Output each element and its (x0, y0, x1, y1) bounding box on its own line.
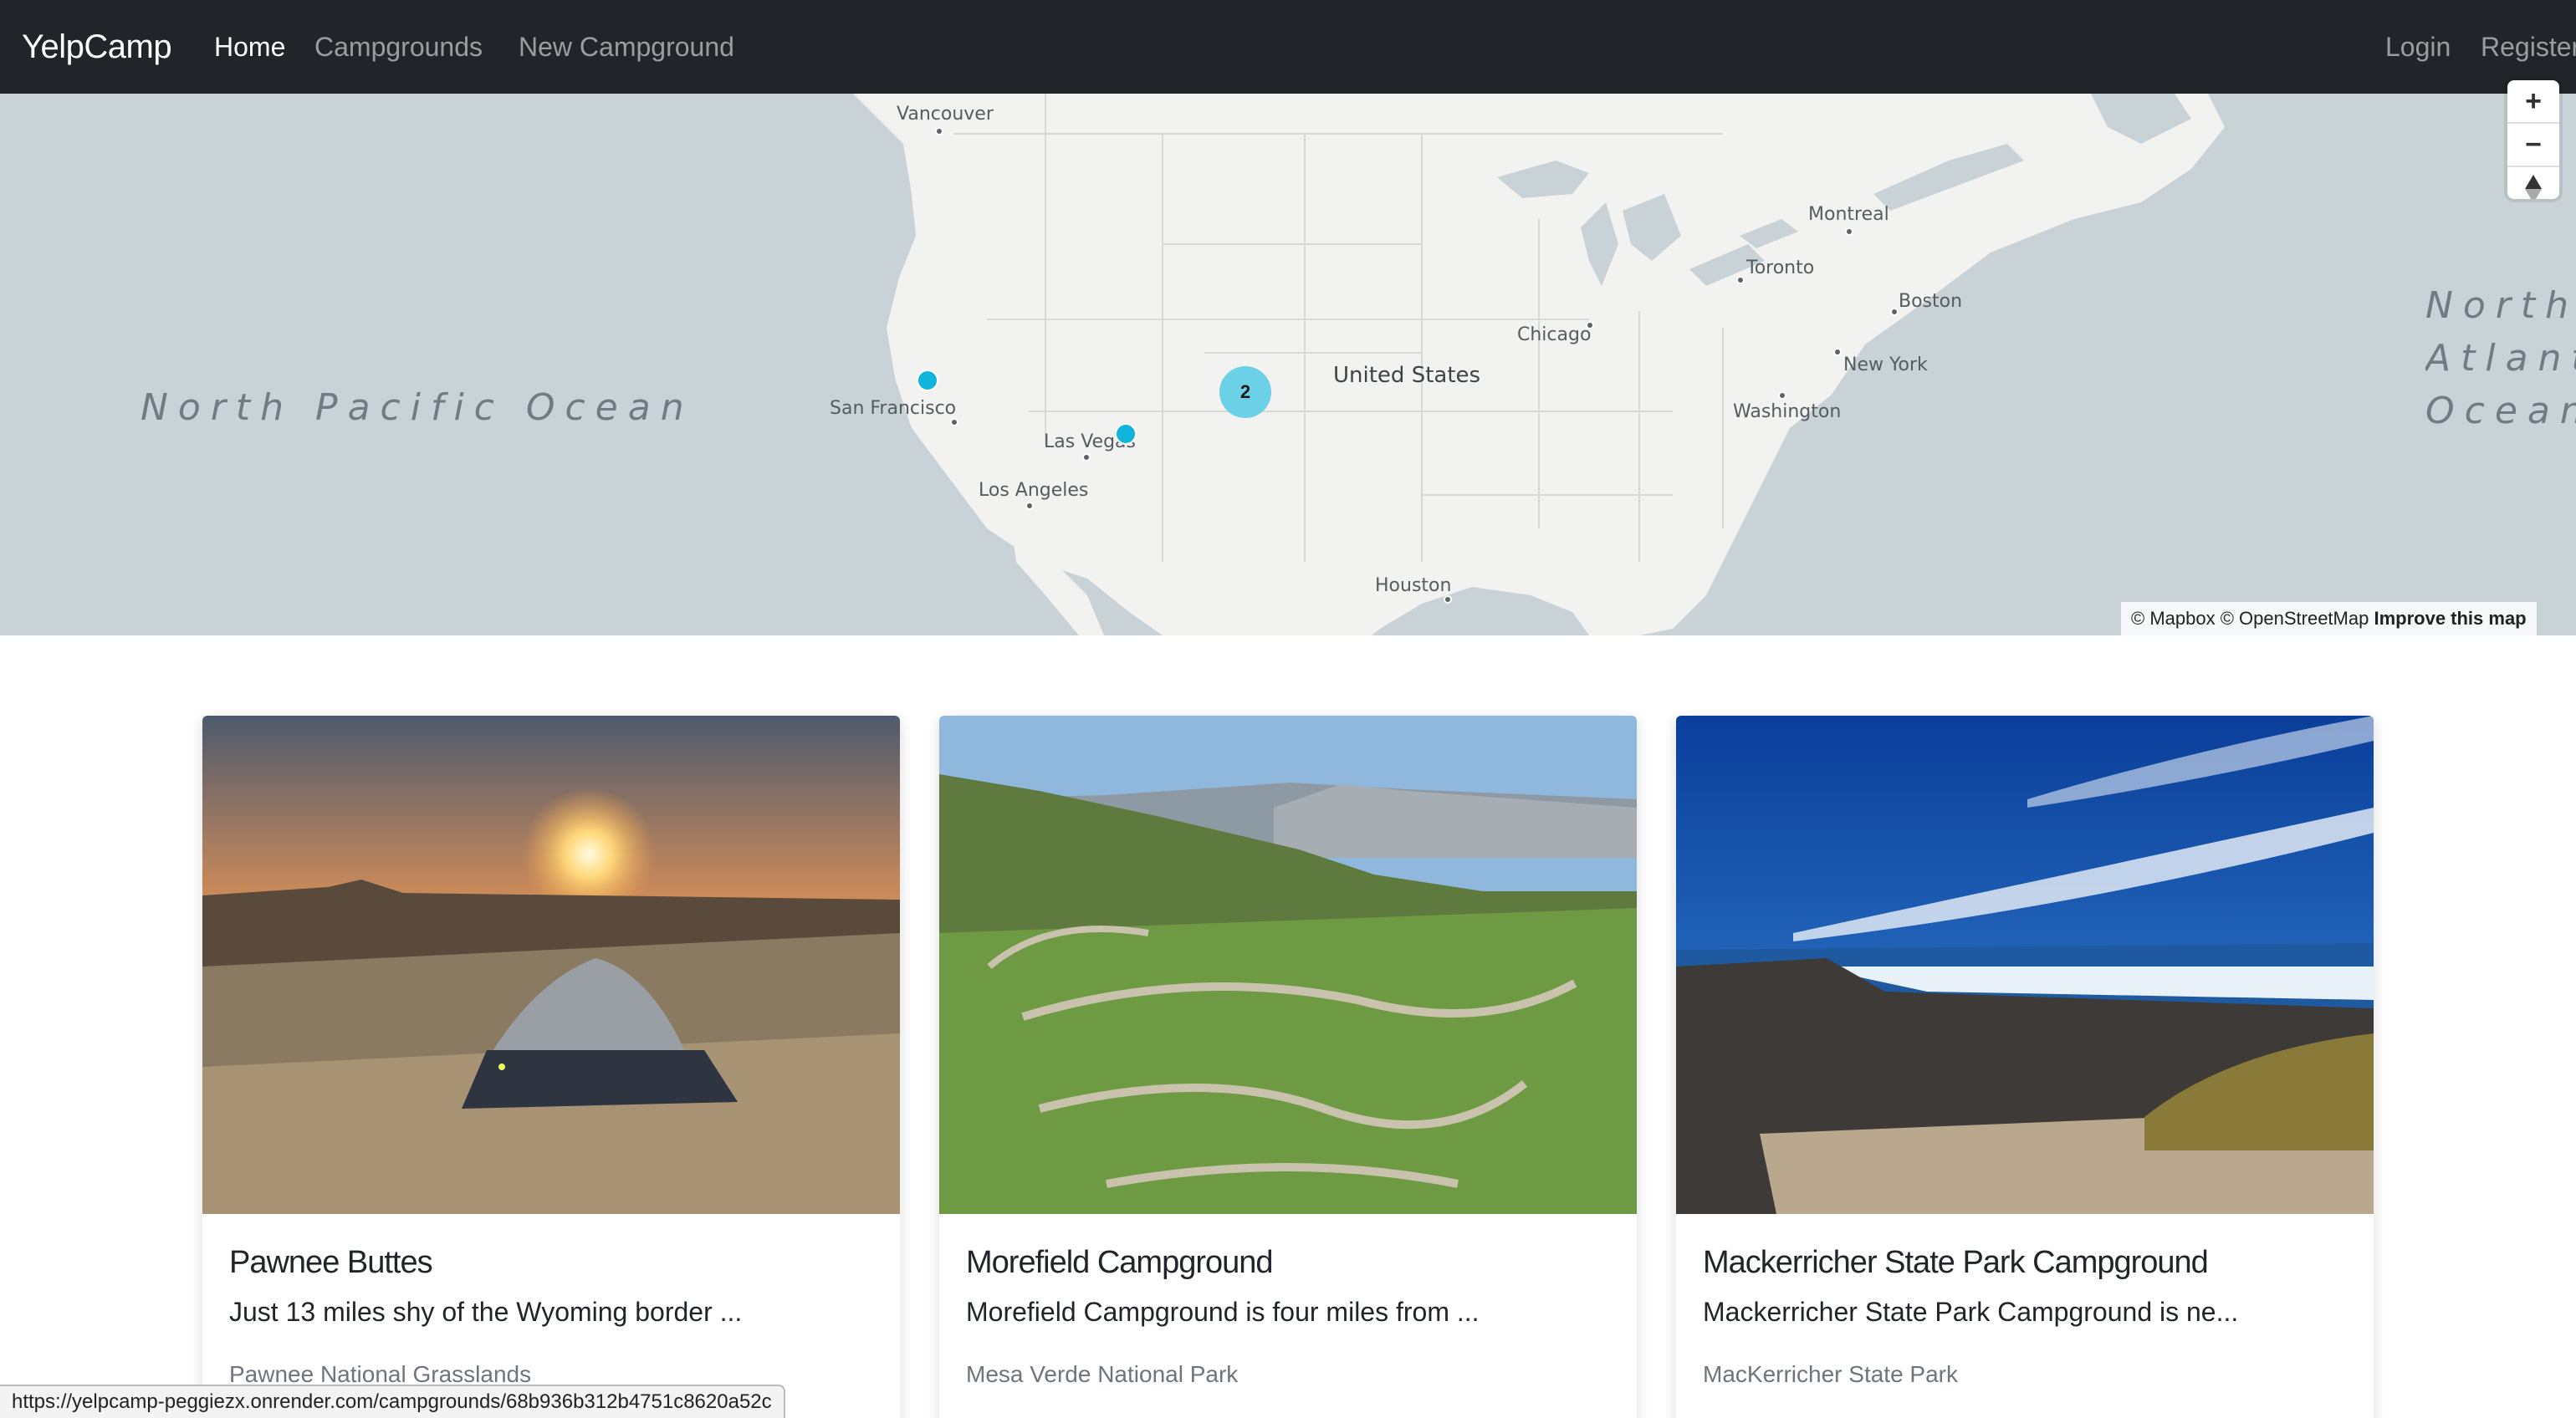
map-navigation-control: + − (2507, 80, 2559, 199)
map-attribution: © Mapbox © OpenStreetMap Improve this ma… (2121, 602, 2537, 635)
card-description: Morefield Campground is four miles from … (966, 1297, 1480, 1327)
city-dot (950, 418, 958, 426)
city-label: Washington (1733, 401, 1842, 422)
city-label: Houston (1375, 575, 1452, 596)
campground-image[interactable] (202, 716, 900, 1214)
city-label: Boston (1899, 291, 1963, 312)
campground-card[interactable]: Morefield Campground Morefield Campgroun… (939, 716, 1637, 1418)
city-dot (1444, 595, 1452, 604)
campground-image[interactable] (1676, 716, 2374, 1214)
city-label: Montreal (1808, 204, 1889, 225)
city-dot (1586, 321, 1594, 329)
zoom-in-button[interactable]: + (2507, 80, 2559, 124)
city-dot (1890, 308, 1899, 316)
country-label: United States (1333, 363, 1481, 388)
ocean-label-atlantic: North Atlantic Ocean (2425, 284, 2576, 432)
city-label: New York (1843, 354, 1928, 375)
cluster-map[interactable]: North Pacific Ocean North Atlantic Ocean… (0, 94, 2576, 635)
nav-login[interactable]: Login (2385, 30, 2451, 64)
city-dot (1778, 391, 1786, 400)
city-dot (1845, 227, 1853, 236)
campground-image[interactable] (939, 716, 1637, 1214)
improve-map-link[interactable]: Improve this map (2374, 608, 2526, 629)
city-dot (1736, 276, 1745, 284)
card-location: Mesa Verde National Park (966, 1361, 1239, 1387)
card-title: Morefield Campground (966, 1245, 1274, 1280)
brand-link[interactable]: YelpCamp (22, 27, 172, 67)
compass-icon (2525, 175, 2542, 199)
card-title: Pawnee Buttes (229, 1245, 433, 1280)
attribution-text[interactable]: © Mapbox © OpenStreetMap (2131, 608, 2369, 629)
campground-marker[interactable] (1115, 423, 1137, 445)
card-title: Mackerricher State Park Campground (1703, 1245, 2209, 1280)
campground-card[interactable]: Pawnee Buttes Just 13 miles shy of the W… (202, 716, 900, 1418)
card-description: Just 13 miles shy of the Wyoming border … (229, 1297, 743, 1327)
campground-card[interactable]: Mackerricher State Park Campground Macke… (1676, 716, 2374, 1418)
city-label: San Francisco (830, 398, 957, 419)
compass-button[interactable] (2507, 167, 2559, 199)
card-description: Mackerricher State Park Campground is ne… (1703, 1297, 2239, 1327)
city-label: Toronto (1746, 258, 1815, 278)
nav-new-campground[interactable]: New Campground (519, 30, 734, 64)
navbar: YelpCamp Home Campgrounds New Campground… (0, 0, 2576, 94)
city-dot (1025, 502, 1034, 510)
map-basemap (0, 94, 2576, 635)
card-location: MacKerricher State Park (1703, 1361, 1958, 1387)
city-label: Vancouver (897, 104, 994, 125)
link-status-bar: https://yelpcamp-peggiezx.onrender.com/c… (0, 1385, 785, 1418)
nav-home[interactable]: Home (214, 30, 285, 64)
city-label: Chicago (1517, 324, 1592, 345)
campground-marker[interactable] (917, 370, 938, 391)
nav-register[interactable]: Register (2481, 30, 2576, 64)
nav-campgrounds[interactable]: Campgrounds (314, 30, 483, 64)
ocean-label-pacific: North Pacific Ocean (141, 386, 694, 429)
city-dot (1833, 348, 1842, 356)
zoom-out-button[interactable]: − (2507, 124, 2559, 167)
cluster-marker[interactable]: 2 (1219, 366, 1271, 418)
city-dot (1082, 453, 1091, 462)
city-label: Los Angeles (979, 480, 1089, 501)
city-dot (935, 127, 943, 135)
